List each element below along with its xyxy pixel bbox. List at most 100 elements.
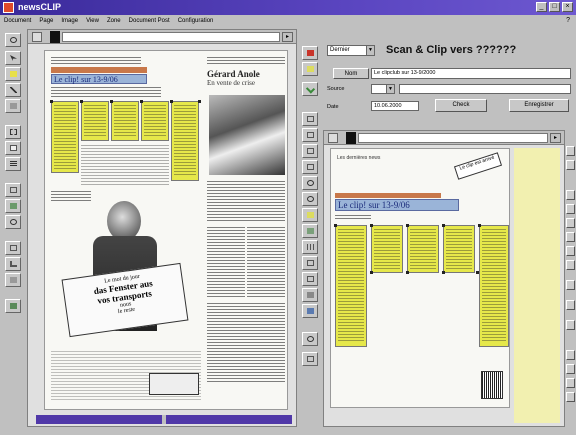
image-tool-button[interactable] [5,273,21,287]
check-form-button[interactable]: Check [435,99,487,112]
edge-tool-14[interactable] [566,378,575,388]
zone-column-1[interactable] [51,101,79,173]
column-tool-button[interactable] [5,141,21,155]
advert-person-head [107,201,141,241]
export-tool-button[interactable] [5,299,21,313]
edge-tool-7[interactable] [566,246,575,256]
preview-button[interactable] [302,272,318,286]
grid-button[interactable] [302,240,318,254]
page-prev-button[interactable] [302,128,318,142]
name-button[interactable]: Nom [333,68,369,79]
link-tool-button[interactable] [5,183,21,197]
menu-zone[interactable]: Zone [107,15,121,27]
pen-icon [10,87,17,93]
clip-preview-page[interactable]: Les dernières news Le clip est arrivé Le… [330,148,510,408]
edge-tool-12[interactable] [566,350,575,360]
menu-help[interactable]: ? [566,15,570,27]
undo-icon [10,37,17,43]
edge-tool-8[interactable] [566,260,575,270]
eraser-tool-button[interactable] [5,99,21,113]
name-field[interactable]: Le clipclub sur 13-9/2000 [371,68,571,79]
mark-button[interactable] [302,208,318,222]
undo-tool-button[interactable] [5,33,21,47]
settings-button[interactable] [302,332,318,346]
right-pane-checkbox[interactable] [328,133,338,143]
preview-column-2[interactable] [371,225,403,273]
menu-document[interactable]: Document [4,15,31,27]
edge-tool-15[interactable] [566,392,575,402]
zone-column-4[interactable] [141,101,169,141]
grid-icon [307,244,314,250]
edge-tool-3[interactable] [566,190,575,200]
preview-column-1[interactable] [335,225,367,347]
preview-column-4[interactable] [443,225,475,273]
date-field[interactable]: 10.06.2000 [371,101,419,111]
zone-column-3[interactable] [111,101,139,141]
text-tool-button[interactable] [5,157,21,171]
page-prev-icon [307,132,314,138]
rotate-tool-button[interactable] [5,241,21,255]
page-next-button[interactable] [302,144,318,158]
pen-tool-button[interactable] [5,83,21,97]
preview-column-3[interactable] [407,225,439,273]
edge-tool-4[interactable] [566,204,575,214]
edge-tool-9[interactable] [566,280,575,290]
maximize-button[interactable]: □ [549,2,560,12]
right-pane-next-button[interactable]: ▸ [550,133,561,143]
crop-tool-button[interactable] [5,257,21,271]
zoom-in-button[interactable] [302,176,318,190]
print-button[interactable] [302,288,318,302]
page-first-button[interactable] [302,112,318,126]
close-button[interactable]: × [562,2,573,12]
select-tool-button[interactable] [5,51,21,65]
save-button[interactable]: Enregistrer [509,99,569,112]
edge-tool-1[interactable] [566,146,575,156]
edge-tool-13[interactable] [566,364,575,374]
highlight-tool-button[interactable] [5,67,21,81]
zone-column-2[interactable] [81,101,109,141]
zone-tool-button[interactable] [5,125,21,139]
page-last-button[interactable] [302,160,318,174]
frame-button[interactable] [302,256,318,270]
scan-tool-button[interactable] [5,199,21,213]
left-pane-next-button[interactable]: ▸ [282,32,293,42]
right-pane-path-field[interactable] [358,133,548,143]
menu-page[interactable]: Page [39,15,53,27]
send-right-button[interactable] [302,46,318,60]
zoom-tool-button[interactable] [5,215,21,229]
minimize-button[interactable]: _ [536,2,547,12]
right-column-text-4 [207,303,285,383]
chevron-down-icon: ▼ [366,46,374,55]
menu-image[interactable]: Image [61,15,78,27]
edge-tool-11[interactable] [566,320,575,330]
menu-document-post[interactable]: Document Post [129,15,170,27]
source-select[interactable]: ▼ [371,84,395,94]
menu-view[interactable]: View [86,15,99,27]
left-pane-checkbox[interactable] [32,32,42,42]
page-next-icon [307,148,314,154]
left-pane-path-field[interactable] [62,32,280,42]
source-field[interactable] [399,84,571,94]
clip-target-select[interactable]: Dernier ▼ [327,45,375,56]
layout-button[interactable] [302,224,318,238]
zoom-out-button[interactable] [302,192,318,206]
zone-headline-band[interactable]: Le clip! sur 13-9/06 [51,74,147,84]
newspaper-page[interactable]: Le clip! sur 13-9/06 Gérard Anole En ven… [44,50,288,410]
date-label: Date [327,104,339,110]
edge-tool-10[interactable] [566,300,575,310]
right-preview-pane: ▸ Les dernières news Le clip est arrivé … [323,130,565,427]
preview-zone-headline[interactable]: Le clip! sur 13-9/06 [335,199,459,211]
preview-column-5[interactable] [479,225,509,347]
zone-column-5[interactable] [171,101,199,181]
edge-tool-2[interactable] [566,160,575,170]
menu-configuration[interactable]: Configuration [178,15,214,27]
left-pane-scrollbar[interactable] [36,415,292,424]
insert-button[interactable] [302,62,318,76]
help-button[interactable] [302,352,318,366]
scrollbar-thumb[interactable] [162,415,166,424]
edge-tool-6[interactable] [566,232,575,242]
screen-button[interactable] [302,304,318,318]
check-button[interactable] [302,82,318,96]
edge-tool-5[interactable] [566,218,575,228]
left-pane-header: ▸ [28,30,296,44]
